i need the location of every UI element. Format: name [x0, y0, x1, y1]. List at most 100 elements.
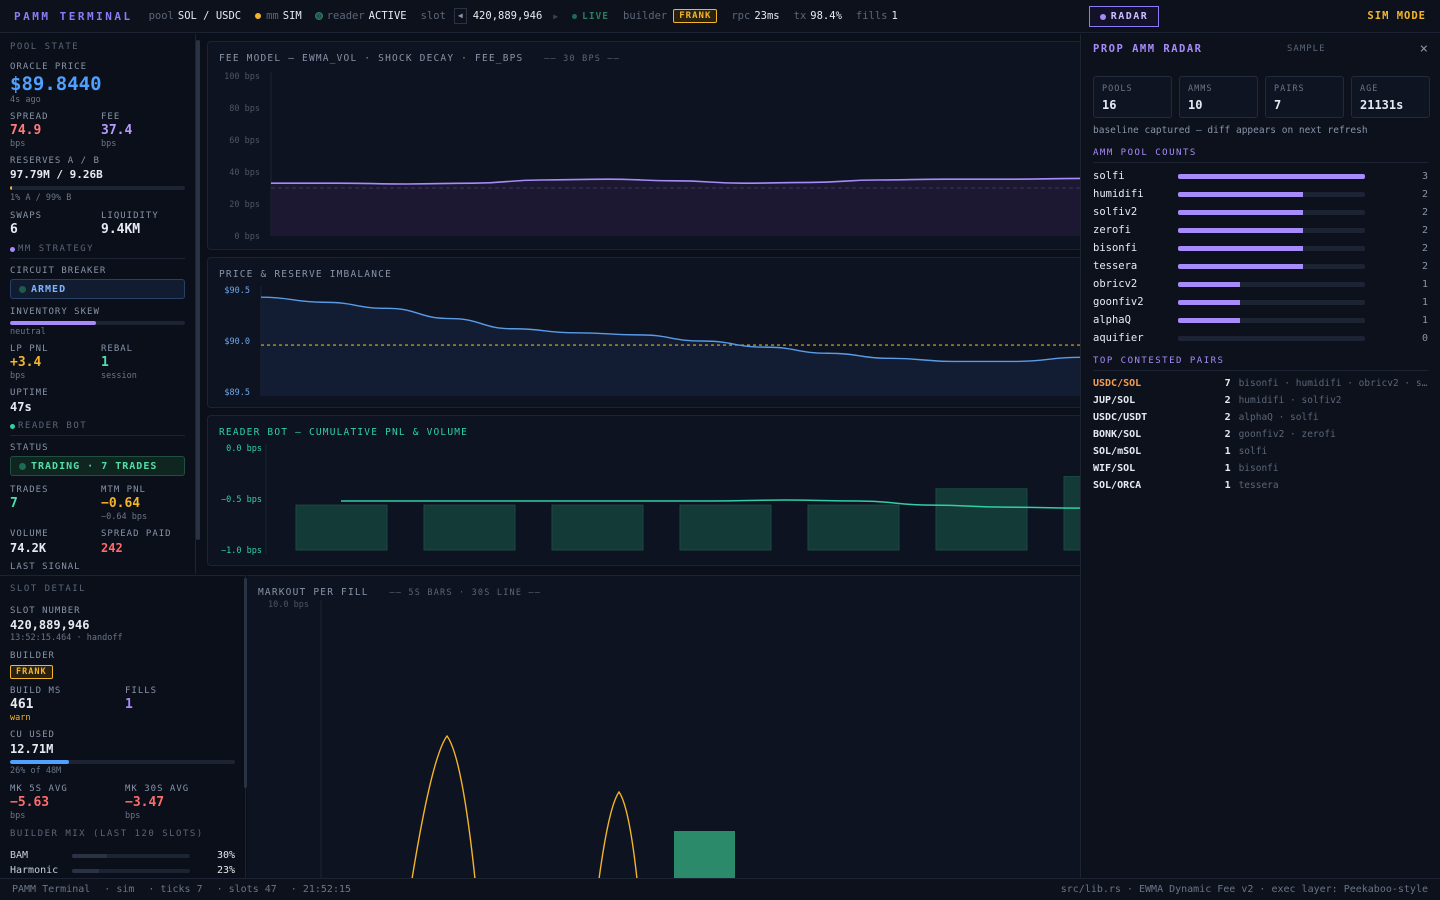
radar-button[interactable]: RADAR	[1089, 6, 1159, 27]
cu-bar	[10, 760, 235, 764]
divider	[10, 435, 185, 436]
radar-sample-label: SAMPLE	[1287, 44, 1326, 54]
skew-label: INVENTORY SKEW	[10, 307, 100, 317]
reader-volume-bar	[807, 504, 900, 551]
contested-pair-row[interactable]: WIF/SOL 1 bisonfi	[1093, 460, 1428, 477]
live-dot-icon	[572, 13, 578, 19]
amm-count-row[interactable]: bisonfi 2	[1093, 239, 1428, 257]
tx-label: tx	[793, 10, 807, 22]
reader-bot-title: READER BOT	[18, 421, 88, 431]
builder-mix-row: Harmonic 23%	[10, 863, 235, 878]
lp-pnl-label: LP PNL	[10, 344, 49, 354]
pair-count: 2	[1224, 429, 1231, 440]
pair-count: 7	[1224, 378, 1231, 389]
amm-count-row[interactable]: aquifier 0	[1093, 329, 1428, 347]
contested-pair-row[interactable]: USDC/USDT 2 alphaQ · solfi	[1093, 409, 1428, 426]
slot-next-button[interactable]: ▶	[553, 12, 558, 21]
amm-count-row[interactable]: obricv2 1	[1093, 275, 1428, 293]
builder-label: builder	[623, 10, 668, 22]
spread-label: SPREAD	[10, 112, 49, 122]
tx-value: 98.4%	[810, 10, 842, 22]
mm-strategy-title: MM STRATEGY	[18, 244, 95, 254]
contested-pair-row[interactable]: USDC/SOL 7 bisonfi · humidifi · obricv2 · …	[1093, 375, 1428, 392]
mm-status-dot-icon	[255, 13, 262, 19]
amm-count-row[interactable]: solfi 3	[1093, 167, 1428, 185]
radar-stat-pairs: PAIRS 7	[1265, 76, 1344, 118]
radar-stat-label: AMMS	[1188, 84, 1213, 94]
reserves-bar	[10, 186, 185, 190]
markout-30s-line	[411, 734, 476, 878]
slot-detail-panel: SLOT DETAIL SLOT NUMBER 420,889,946 13:5…	[0, 575, 246, 878]
fee-y-tick: 0 bps	[234, 232, 260, 242]
slot-fills-label: FILLS	[125, 686, 158, 696]
amm-count-row[interactable]: goonfiv2 1	[1093, 293, 1428, 311]
pair-count: 1	[1224, 446, 1231, 457]
circuit-breaker-status: ARMED	[10, 279, 185, 299]
radar-stat-value: 21131s	[1360, 98, 1404, 112]
divider	[10, 258, 185, 259]
fills-label: fills	[855, 10, 888, 22]
amm-count-row[interactable]: humidifi 2	[1093, 185, 1428, 203]
pool-value: SOL / USDC	[177, 10, 242, 22]
reader-bot-heading: READER BOT	[10, 421, 185, 431]
amm-name: tessera	[1093, 260, 1138, 272]
builder-mix-heading: BUILDER MIX (LAST 120 SLOTS)	[10, 829, 204, 839]
swaps-value: 6	[10, 222, 18, 237]
liquidity-value: 9.4KM	[101, 222, 141, 237]
pool-label: pool	[148, 10, 174, 22]
footer-app: PAMM Terminal	[12, 884, 91, 895]
markout-card: MARKOUT PER FILL —— 5S BARS · 30S LINE —…	[247, 575, 1087, 878]
slot-prev-button[interactable]: ◀	[453, 8, 467, 24]
amm-count-row[interactable]: alphaQ 1	[1093, 311, 1428, 329]
reserves-value: 97.79M / 9.26B	[10, 168, 103, 181]
amm-name: bisonfi	[1093, 242, 1138, 254]
amm-count-row[interactable]: zerofi 2	[1093, 221, 1428, 239]
pair-count: 2	[1224, 395, 1231, 406]
amm-count: 2	[1421, 260, 1428, 272]
pair-name: USDC/SOL	[1093, 378, 1142, 389]
pool-indicator[interactable]: pool SOL / USDC	[149, 10, 242, 22]
fills-value: 1	[891, 10, 898, 22]
mk30-unit: bps	[125, 811, 141, 821]
amm-count-bar-fill	[1178, 173, 1365, 179]
radar-title: PROP AMM RADAR	[1093, 43, 1203, 55]
contested-pair-row[interactable]: BONK/SOL 2 goonfiv2 · zerofi	[1093, 426, 1428, 443]
top-bar: PAMM TERMINAL pool SOL / USDC mm SIM reade…	[0, 0, 1440, 33]
reader-y-tick: −0.5 bps	[221, 495, 262, 505]
slot-fills-block: FILLS 1	[125, 685, 235, 724]
contested-pair-row[interactable]: SOL/ORCA 1 tessera	[1093, 477, 1428, 494]
amm-count-row[interactable]: tessera 2	[1093, 257, 1428, 275]
reader-value: ACTIVE	[368, 10, 407, 22]
contested-pair-row[interactable]: SOL/mSOL 1 solfi	[1093, 443, 1428, 460]
reserves-label: RESERVES A / B	[10, 156, 100, 166]
reader-volume-bar	[295, 504, 388, 551]
pair-amms: humidifi · solfiv2	[1238, 395, 1342, 406]
rpc-label: rpc	[731, 10, 751, 22]
reader-y-tick: −1.0 bps	[221, 546, 262, 556]
amm-count: 3	[1421, 170, 1428, 182]
radar-close-icon[interactable]: ×	[1420, 41, 1428, 57]
contested-pair-row[interactable]: JUP/SOL 2 humidifi · solfiv2	[1093, 392, 1428, 409]
live-indicator[interactable]: LIVE	[572, 11, 609, 22]
mm-value: SIM	[282, 10, 302, 22]
amm-count: 1	[1421, 278, 1428, 290]
amm-count-row[interactable]: solfiv2 2	[1093, 203, 1428, 221]
radar-stat-label: AGE	[1360, 84, 1379, 94]
left-panel-scrollbar[interactable]	[196, 40, 200, 540]
fee-value: 37.4	[101, 123, 133, 138]
reader-status-badge: TRADING · 7 TRADES	[10, 456, 185, 476]
markout-chart: 10.0 bps	[268, 600, 735, 878]
spread-unit: bps	[10, 139, 26, 149]
mk5-unit: bps	[10, 811, 26, 821]
fee-area	[271, 178, 1080, 236]
rebal-label: REBAL	[101, 344, 134, 354]
mm-strategy-dot-icon	[10, 246, 15, 252]
amm-count: 0	[1421, 332, 1428, 344]
builder-mix-bar	[72, 868, 190, 873]
mk30-block: MK 30S AVG −3.47 bps	[125, 783, 235, 822]
contested-pairs-heading: TOP CONTESTED PAIRS	[1093, 356, 1428, 371]
amm-name: zerofi	[1093, 224, 1131, 236]
mtm-value: −0.64	[101, 496, 141, 511]
slot-time: 13:52:15.464 · handoff	[10, 633, 123, 643]
armed-dot-icon	[19, 285, 26, 293]
